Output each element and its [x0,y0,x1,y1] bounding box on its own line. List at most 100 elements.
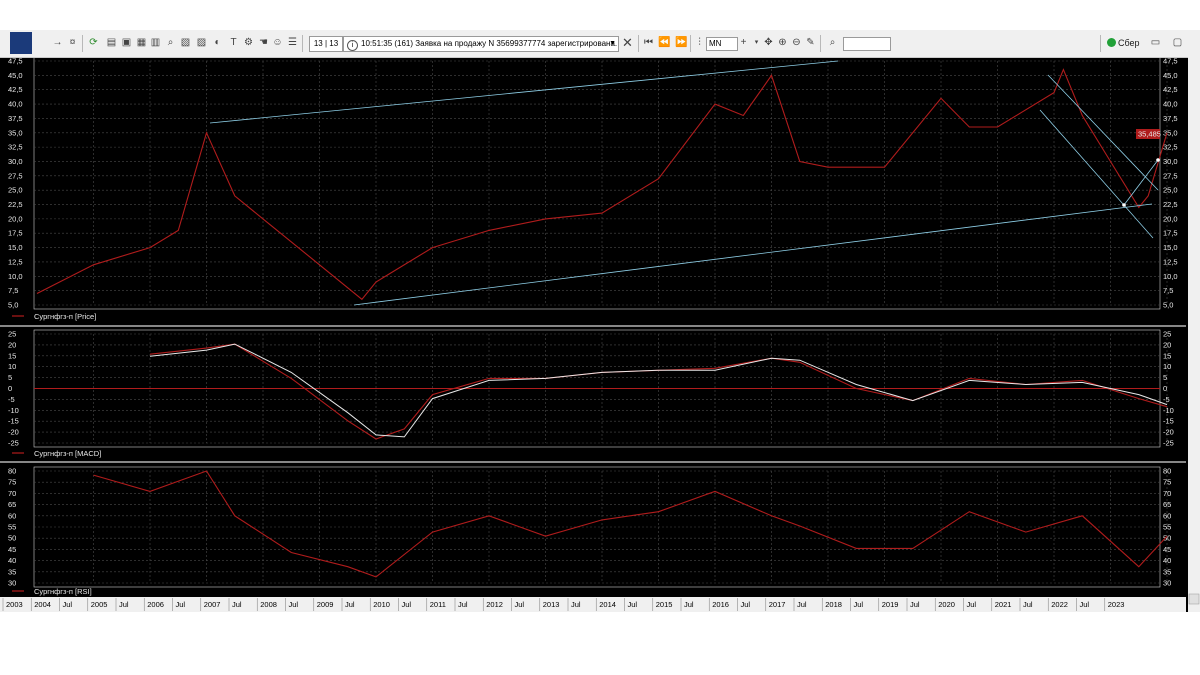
zoom-in-icon[interactable]: ⊕ [777,37,788,48]
tick-label-left: 15,0 [8,243,23,252]
x-axis-label: 2014 [599,600,616,609]
settings-icon[interactable]: ⚙ [243,37,254,48]
x-axis-label: 2019 [882,600,899,609]
info-icon: i [347,40,358,51]
previous-icon[interactable]: ⏪ [658,37,670,48]
scale-icon[interactable]: ¤ [67,37,78,48]
tick-label-left: 70 [8,489,16,498]
tiles-icon[interactable]: ▦ [136,37,147,48]
chevron-down-icon[interactable]: ▼ [609,37,616,51]
search-icon[interactable]: ⌕ [827,37,838,48]
x-axis-label: Jul [176,600,186,609]
trend-point [1156,158,1160,162]
tick-label-right: 30 [1163,579,1171,588]
notes-icon[interactable]: ☰ [287,37,298,48]
x-axis-label: Jul [458,600,468,609]
portfolio-icon[interactable]: ▧ [180,37,191,48]
tick-label-left: -25 [8,439,19,448]
tick-label-right: 35 [1163,567,1171,576]
tick-label-right: 40 [1163,556,1171,565]
tick-label-left: 50 [8,534,16,543]
x-axis-label: Jul [1080,600,1090,609]
x-axis-label: Jul [684,600,694,609]
x-axis-label: Jul [345,600,355,609]
tick-label-right: 35,0 [1163,128,1178,137]
tick-label-left: 25,0 [8,186,23,195]
tick-label-left: 75 [8,478,16,487]
fullscreen-icon[interactable]: ▢ [1172,37,1183,48]
move-icon[interactable]: ✥ [763,37,774,48]
x-axis-label: Jul [628,600,638,609]
tick-label-right: 15,0 [1163,243,1178,252]
chart-area[interactable]: 47,5 47,5 45,0 45,0 42,5 42,5 40,0 40,0 37,5 37,5… [0,57,1186,612]
tick-label-right: 65 [1163,500,1171,509]
tick-label-right: 45,0 [1163,71,1178,80]
message-dropdown[interactable]: i 10:51:35 (161) Заявка на продажу N 3569… [343,36,619,52]
tick-label-left: 40 [8,556,16,565]
close-icon[interactable]: ✕ [622,36,633,49]
trend-line [1123,159,1159,206]
tick-label-left: 22,5 [8,200,23,209]
chart-icon[interactable]: ▨ [196,37,207,48]
tick-label-right: 20 [1163,340,1171,349]
x-axis-label: 2008 [260,600,277,609]
timeframe-select[interactable]: MN [706,37,738,51]
ruler-icon[interactable]: ✎ [805,37,816,48]
x-axis-label: 2017 [769,600,786,609]
first-icon[interactable]: ⏮ [643,37,654,48]
tick-label-right: 15 [1163,351,1171,360]
alert-icon[interactable]: ◐ [212,37,223,48]
x-axis-label: Jul [402,600,412,609]
crosshair-icon[interactable]: + [738,37,749,48]
chat-icon[interactable]: ▭ [1150,37,1161,48]
broker-button[interactable]: Сбер [1107,36,1145,50]
tick-label-left: 20,0 [8,214,23,223]
x-axis-label: Jul [571,600,581,609]
rsi-legend: Сургнфгз-п [RSI] [34,587,92,596]
tick-label-left: 45 [8,545,16,554]
terminal-logo-icon[interactable] [10,32,32,54]
bar-chart-icon[interactable]: ⫶ [694,37,705,48]
tick-label-left: 65 [8,500,16,509]
x-axis-label: Jul [515,600,525,609]
table-icon[interactable]: ▤ [106,37,117,48]
orders-icon[interactable]: ▥ [150,37,161,48]
x-axis-label: Jul [232,600,242,609]
person-icon[interactable]: ☺ [272,37,283,48]
tick-label-left: 20 [8,340,16,349]
x-axis-label: 2016 [712,600,729,609]
arrow-icon[interactable]: → [52,37,63,48]
window-counter[interactable]: 13 | 13 [309,36,343,52]
zoom-out-icon[interactable]: ⊖ [791,37,802,48]
tick-label-right: 10,0 [1163,272,1178,281]
tick-label-right: 27,5 [1163,171,1178,180]
tick-label-right: 25,0 [1163,186,1178,195]
x-axis-label: 2011 [430,600,446,609]
hand-icon[interactable]: ☚ [258,37,269,48]
x-axis-label: Jul [1023,600,1033,609]
refresh-icon[interactable]: ⟳ [88,37,99,48]
text-tool-icon[interactable]: T [228,37,239,48]
tick-label-right: 17,5 [1163,229,1178,238]
tick-label-right: 45 [1163,545,1171,554]
tick-label-left: 10,0 [8,272,23,281]
broker-logo-icon [1107,38,1116,47]
tick-label-left: 10 [8,362,16,371]
rsi-series-0-line [93,470,1168,578]
tick-label-left: -20 [8,428,19,437]
search-input[interactable] [843,37,891,51]
tick-label-right: 75 [1163,478,1171,487]
tick-label-left: 7,5 [8,286,18,295]
right-scrollbar[interactable] [1186,0,1200,612]
next-icon[interactable]: ⏩ [675,37,687,48]
search-orders-icon[interactable]: ⌕ [165,37,176,48]
chevron-down-icon[interactable]: ▾ [751,37,762,48]
tick-label-right: 42,5 [1163,85,1178,94]
message-text: 10:51:35 (161) Заявка на продажу N 35699… [361,39,618,48]
tick-label-right: 5,0 [1163,301,1173,310]
window-icon[interactable]: ▣ [121,37,132,48]
tick-label-left: 15 [8,351,16,360]
tick-label-right: 7,5 [1163,286,1173,295]
tick-label-left: 30 [8,579,16,588]
tick-label-right: -10 [1163,406,1174,415]
